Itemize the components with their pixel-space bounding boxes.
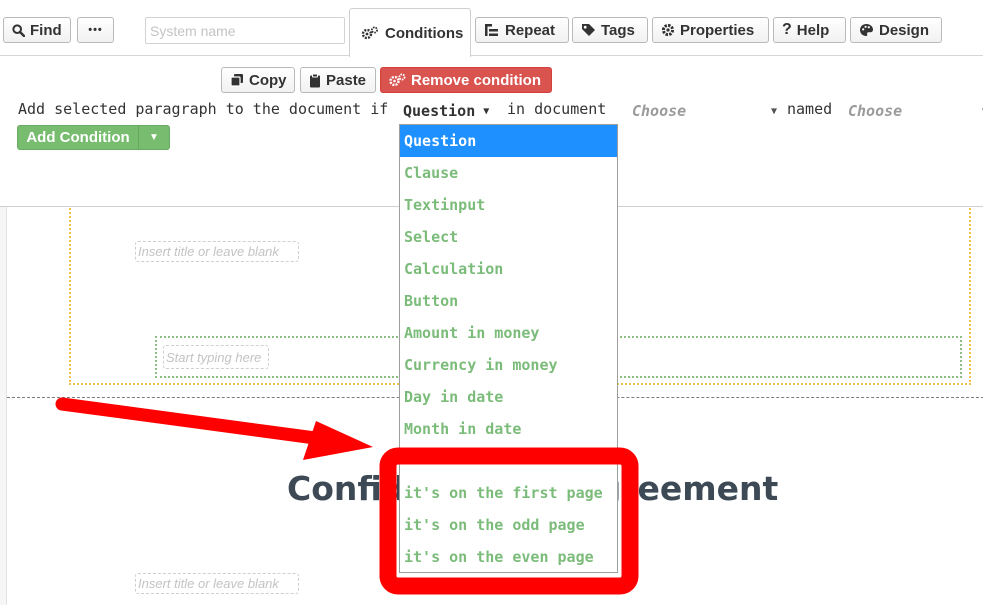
add-condition-label: Add Condition: [18, 126, 139, 149]
dropdown-option-first-page[interactable]: it's on the first page: [400, 477, 617, 509]
search-icon: [12, 23, 25, 37]
tab-conditions[interactable]: Conditions: [349, 8, 471, 57]
design-label: Design: [879, 21, 930, 39]
find-label: Find: [30, 21, 62, 39]
condition-sentence-prefix: Add selected paragraph to the document i…: [18, 100, 389, 118]
copy-button[interactable]: Copy: [221, 67, 295, 93]
dropdown-option-button[interactable]: Button: [400, 285, 617, 317]
help-label: Help: [796, 21, 830, 39]
more-options-button[interactable]: •••: [77, 17, 114, 43]
dropdown-option-odd-page[interactable]: it's on the odd page: [400, 509, 617, 541]
dropdown-option-select[interactable]: Select: [400, 221, 617, 253]
named-label: named: [787, 100, 833, 118]
in-document-label: in document: [507, 100, 607, 118]
gears-icon: [361, 26, 379, 40]
name-select-value: Choose: [848, 102, 903, 120]
repeat-button[interactable]: Repeat: [475, 17, 569, 43]
name-select[interactable]: Choose ▼: [848, 100, 983, 122]
properties-button[interactable]: Properties: [652, 17, 769, 43]
question-icon: ?: [782, 21, 792, 38]
dropdown-option-calculation[interactable]: Calculation: [400, 253, 617, 285]
dropdown-option-day-in-date[interactable]: Day in date: [400, 381, 617, 413]
document-select-value: Choose: [632, 102, 687, 120]
gear-icon: [661, 23, 675, 37]
dropdown-option-textinput[interactable]: Textinput: [400, 189, 617, 221]
repeat-tree-icon: [484, 23, 500, 37]
copy-icon: [230, 73, 244, 87]
dropdown-option-even-page[interactable]: it's on the even page: [400, 541, 617, 572]
tag-icon: [581, 23, 596, 38]
remove-condition-button[interactable]: Remove condition: [380, 67, 552, 93]
properties-label: Properties: [680, 21, 755, 39]
palette-icon: [859, 23, 874, 37]
tags-button[interactable]: Tags: [572, 17, 648, 43]
gears-icon: [389, 73, 406, 87]
clipboard-icon: [309, 73, 321, 88]
caret-down-icon: ▼: [483, 105, 490, 117]
find-button[interactable]: Find: [3, 17, 71, 43]
add-condition-button[interactable]: Add Condition ▼: [17, 125, 170, 150]
tags-label: Tags: [601, 21, 635, 39]
repeat-label: Repeat: [505, 21, 556, 39]
help-button[interactable]: ? Help: [773, 17, 846, 43]
dropdown-option-amount-in-money[interactable]: Amount in money: [400, 317, 617, 349]
paste-button[interactable]: Paste: [300, 67, 376, 93]
remove-condition-label: Remove condition: [411, 71, 542, 89]
condition-type-dropdown[interactable]: Question Clause Textinput Select Calcula…: [399, 124, 618, 573]
document-select[interactable]: Choose ▼: [632, 100, 777, 122]
dropdown-option-currency-in-money[interactable]: Currency in money: [400, 349, 617, 381]
design-button[interactable]: Design: [850, 17, 942, 43]
paragraph-placeholder[interactable]: Start typing here: [163, 345, 269, 369]
system-name-input[interactable]: [145, 17, 345, 44]
conditions-tab-label: Conditions: [385, 24, 464, 42]
title-placeholder[interactable]: Insert title or leave blank: [135, 573, 299, 594]
dropdown-option-month-in-date[interactable]: Month in date: [400, 413, 617, 445]
title-placeholder[interactable]: Insert title or leave blank: [135, 241, 299, 262]
dropdown-option-clause[interactable]: Clause: [400, 157, 617, 189]
more-options-label: •••: [88, 24, 103, 36]
toolbar: Find ••• Conditions Repeat Tags Properti…: [0, 0, 983, 57]
dropdown-spacer: [400, 445, 617, 477]
dropdown-option-question[interactable]: Question: [400, 125, 617, 157]
copy-label: Copy: [249, 71, 287, 89]
condition-type-value: Question: [403, 102, 476, 120]
paste-label: Paste: [326, 71, 367, 89]
caret-down-icon: ▼: [770, 105, 777, 117]
caret-down-icon[interactable]: ▼: [139, 126, 169, 149]
condition-type-select[interactable]: Question ▼: [403, 100, 500, 122]
